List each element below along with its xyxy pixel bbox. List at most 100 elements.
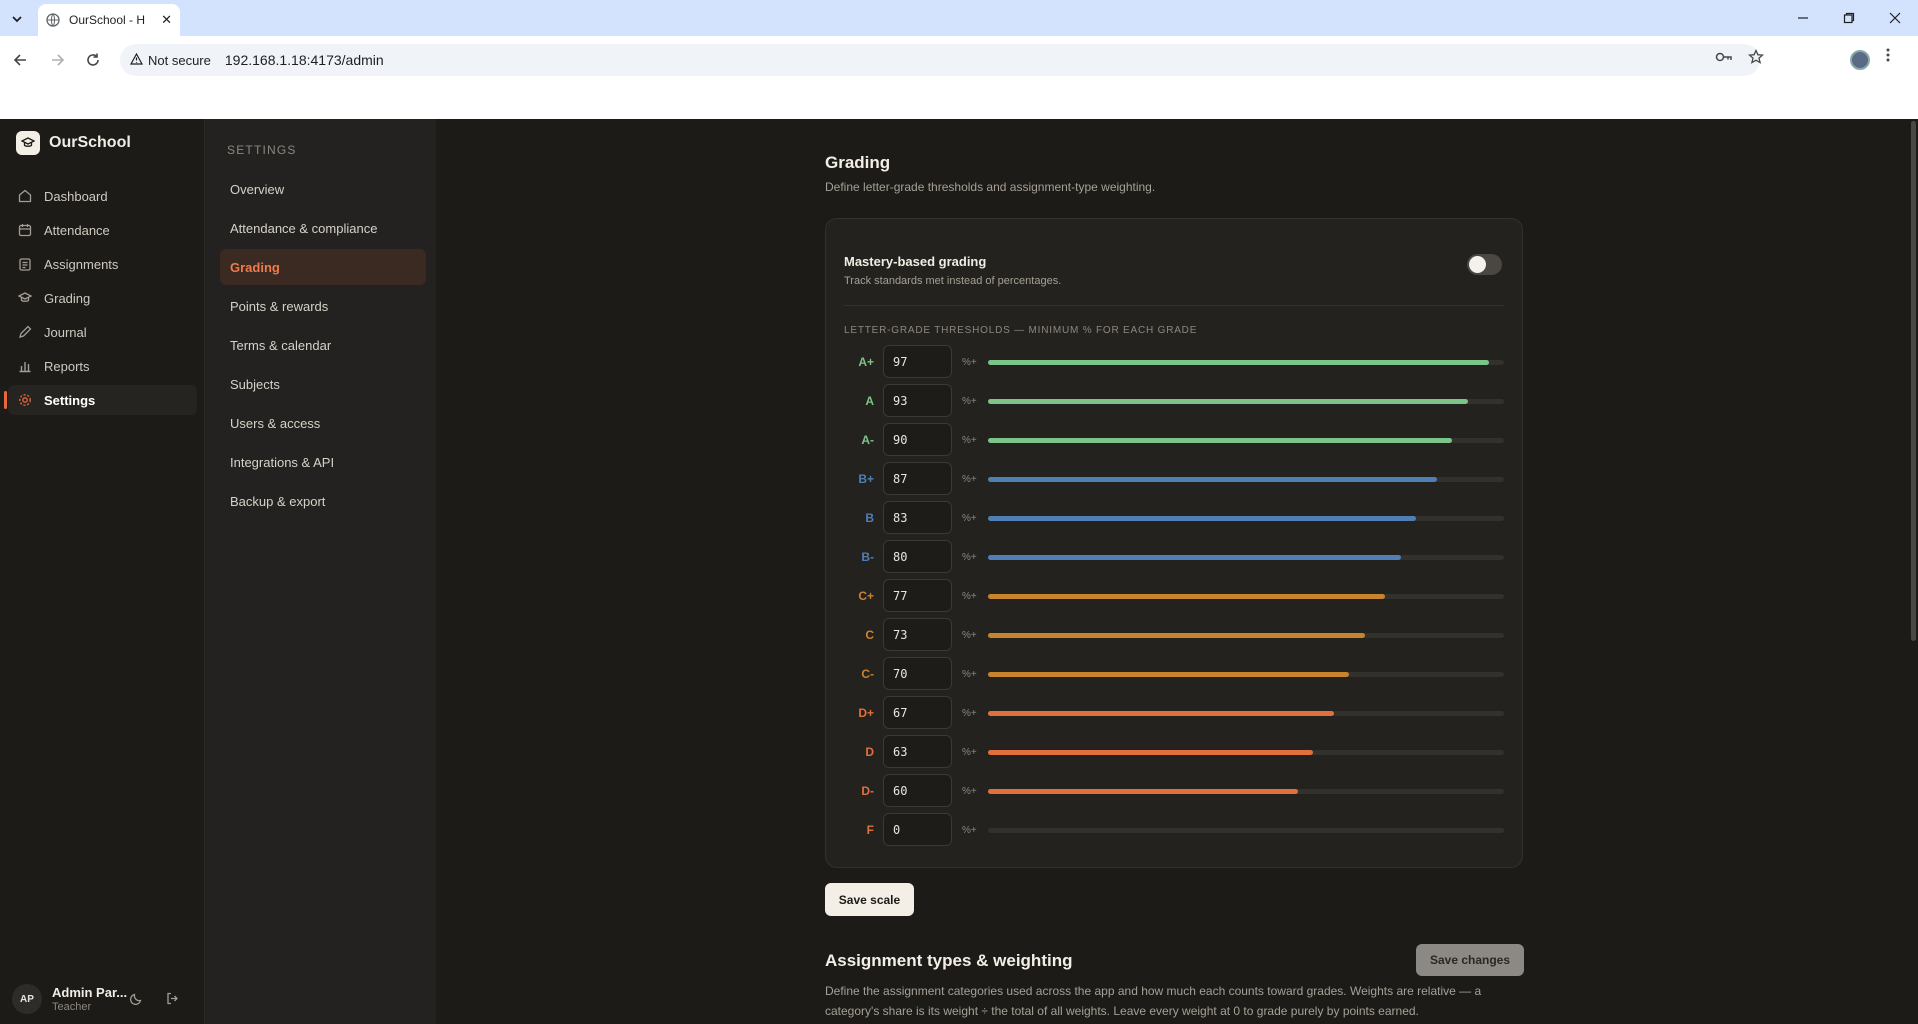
threshold-bar-fill — [988, 633, 1365, 638]
bookmark-star-icon[interactable] — [1743, 44, 1769, 70]
threshold-bar-fill — [988, 438, 1453, 443]
threshold-input[interactable]: 0 — [883, 813, 952, 846]
nav-item-label: Journal — [44, 324, 87, 340]
threshold-input[interactable]: 80 — [883, 540, 952, 573]
reload-icon[interactable] — [80, 47, 106, 73]
password-key-icon[interactable] — [1711, 44, 1737, 70]
settings-item-subjects[interactable]: Subjects — [220, 366, 426, 402]
nav-item-attendance[interactable]: Attendance — [8, 215, 197, 245]
threshold-input[interactable]: 60 — [883, 774, 952, 807]
main-sidebar: OurSchool Dashboard Attendance Assignmen… — [0, 119, 205, 1024]
scrollbar[interactable] — [1909, 119, 1918, 1024]
threshold-bar-fill — [988, 399, 1468, 404]
settings-item-overview[interactable]: Overview — [220, 171, 426, 207]
threshold-row: C+ 77 %+ — [844, 579, 1504, 618]
threshold-bar-track — [988, 438, 1504, 443]
threshold-bar-track — [988, 672, 1504, 677]
forward-icon[interactable] — [44, 47, 70, 73]
threshold-input[interactable]: 73 — [883, 618, 952, 651]
threshold-input[interactable]: 93 — [883, 384, 952, 417]
moon-icon[interactable] — [129, 992, 143, 1008]
nav-item-settings[interactable]: Settings — [4, 385, 197, 415]
address-bar[interactable]: Not secure 192.168.1.18:4173/admin — [120, 44, 1760, 76]
threshold-row: D- 60 %+ — [844, 774, 1504, 813]
threshold-input[interactable]: 77 — [883, 579, 952, 612]
user-info: Admin Par... Teacher — [52, 985, 127, 1013]
divider — [844, 305, 1504, 306]
back-icon[interactable] — [8, 47, 34, 73]
threshold-input[interactable]: 63 — [883, 735, 952, 768]
threshold-row: A- 90 %+ — [844, 423, 1504, 462]
mastery-toggle[interactable] — [1467, 254, 1502, 275]
threshold-input[interactable]: 97 — [883, 345, 952, 378]
mastery-subtitle: Track standards met instead of percentag… — [844, 275, 1062, 287]
nav-item-dashboard[interactable]: Dashboard — [8, 181, 197, 211]
threshold-row: D 63 %+ — [844, 735, 1504, 774]
tab-search-dropdown[interactable] — [6, 8, 28, 30]
grading-scale-card: Mastery-based grading Track standards me… — [825, 218, 1523, 868]
threshold-bar-track — [988, 828, 1504, 833]
page-top-strip — [0, 84, 1918, 119]
threshold-input[interactable]: 70 — [883, 657, 952, 690]
scrollbar-thumb[interactable] — [1911, 121, 1916, 641]
logout-icon[interactable] — [166, 992, 179, 1008]
grade-label: A+ — [858, 355, 874, 369]
save-changes-button[interactable]: Save changes — [1416, 944, 1524, 976]
percent-suffix: %+ — [962, 434, 977, 446]
browser-menu-icon[interactable] — [1886, 48, 1890, 67]
threshold-row: C 73 %+ — [844, 618, 1504, 657]
threshold-bar-track — [988, 399, 1504, 404]
threshold-bar-fill — [988, 360, 1489, 365]
threshold-row: B 83 %+ — [844, 501, 1504, 540]
brand[interactable]: OurSchool — [16, 131, 131, 155]
settings-item-points-rewards[interactable]: Points & rewards — [220, 288, 426, 324]
threshold-bar-fill — [988, 516, 1417, 521]
tab-title: OurSchool - H — [69, 13, 146, 27]
close-window-icon[interactable] — [1872, 0, 1918, 36]
graduation-cap-icon — [18, 291, 32, 305]
browser-toolbar: Not secure 192.168.1.18:4173/admin — [0, 36, 1918, 84]
settings-item-attendance-compliance[interactable]: Attendance & compliance — [220, 210, 426, 246]
grade-label: B- — [861, 550, 874, 564]
settings-item-users-access[interactable]: Users & access — [220, 405, 426, 441]
gear-icon — [18, 393, 32, 407]
threshold-input[interactable]: 67 — [883, 696, 952, 729]
save-scale-button[interactable]: Save scale — [825, 883, 914, 916]
profile-avatar-icon[interactable] — [1850, 50, 1870, 70]
settings-item-backup-export[interactable]: Backup & export — [220, 483, 426, 519]
threshold-input[interactable]: 90 — [883, 423, 952, 456]
nav-item-grading[interactable]: Grading — [8, 283, 197, 313]
threshold-input[interactable]: 83 — [883, 501, 952, 534]
browser-tab[interactable]: OurSchool - H ✕ — [38, 4, 180, 36]
nav-item-label: Dashboard — [44, 188, 108, 204]
browser-tab-strip: OurSchool - H ✕ — [0, 0, 1918, 36]
nav-item-assignments[interactable]: Assignments — [8, 249, 197, 279]
nav-item-reports[interactable]: Reports — [8, 351, 197, 381]
percent-suffix: %+ — [962, 668, 977, 680]
page-title: Grading — [825, 153, 891, 172]
threshold-input[interactable]: 87 — [883, 462, 952, 495]
threshold-bar-track — [988, 516, 1504, 521]
settings-item-terms-calendar[interactable]: Terms & calendar — [220, 327, 426, 363]
settings-item-grading[interactable]: Grading — [220, 249, 426, 285]
grade-label: B — [865, 511, 874, 525]
settings-item-integrations-api[interactable]: Integrations & API — [220, 444, 426, 480]
grade-label: D+ — [858, 706, 874, 720]
threshold-row: B+ 87 %+ — [844, 462, 1504, 501]
primary-nav: Dashboard Attendance Assignments Grading… — [4, 181, 197, 419]
security-indicator[interactable]: Not secure — [129, 52, 211, 68]
restore-icon[interactable] — [1826, 0, 1872, 36]
avatar[interactable]: AP — [12, 984, 42, 1014]
grade-label: D- — [861, 784, 874, 798]
settings-subnav: SETTINGS Overview Attendance & complianc… — [205, 119, 436, 1024]
settings-header: SETTINGS — [227, 143, 297, 157]
clipboard-icon — [18, 257, 32, 271]
thresholds-header: LETTER-GRADE THRESHOLDS — MINIMUM % FOR … — [844, 325, 1198, 336]
minimize-icon[interactable] — [1780, 0, 1826, 36]
close-tab-icon[interactable]: ✕ — [161, 12, 172, 28]
percent-suffix: %+ — [962, 512, 977, 524]
threshold-row: D+ 67 %+ — [844, 696, 1504, 735]
nav-item-journal[interactable]: Journal — [8, 317, 197, 347]
percent-suffix: %+ — [962, 629, 977, 641]
url-text[interactable]: 192.168.1.18:4173/admin — [225, 52, 384, 68]
